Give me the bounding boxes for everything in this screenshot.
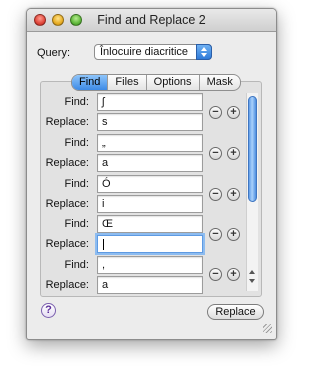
remove-pair-button[interactable]: − [209,268,222,281]
replace-label: Replace: [45,157,89,169]
help-button[interactable]: ? [41,303,56,318]
find-field[interactable]: ʃ [97,93,203,111]
tab-bar: Find Files Options Mask [71,74,241,91]
replace-field-focused[interactable] [97,235,203,253]
replace-value: i [102,198,105,210]
find-value: „ [102,137,106,149]
replace-value: a [102,157,109,169]
replace-label: Replace: [45,279,89,291]
text-caret [103,239,104,250]
replace-field[interactable]: a [97,276,203,294]
tab-mask[interactable]: Mask [198,75,240,90]
query-label: Query: [37,47,71,59]
replace-field[interactable]: a [97,154,203,172]
add-pair-button[interactable]: + [227,228,240,241]
scroll-up-arrow-icon[interactable] [249,270,255,274]
replace-field[interactable]: i [97,195,203,213]
find-value: ʃ [102,96,105,108]
find-value: , [102,259,106,271]
window-title: Find and Replace 2 [97,13,206,27]
scroll-down-arrow-icon[interactable] [249,279,255,283]
find-field[interactable]: „ [97,134,203,152]
add-pair-button[interactable]: + [227,268,240,281]
replace-label: Replace: [45,238,89,250]
title-bar[interactable]: Find and Replace 2 [27,9,276,32]
find-value: Ó [102,178,111,190]
replace-value: a [102,279,109,291]
resize-grip-icon[interactable] [263,324,272,333]
find-label: Find: [64,259,89,271]
query-popup[interactable]: Înlocuire diacritice [94,44,212,60]
remove-pair-button[interactable]: − [209,147,222,160]
tab-files[interactable]: Files [107,75,145,90]
remove-pair-button[interactable]: − [209,228,222,241]
add-pair-button[interactable]: + [227,106,240,119]
remove-pair-button[interactable]: − [209,188,222,201]
find-label: Find: [64,96,89,108]
replace-field[interactable]: s [97,113,203,131]
find-label: Find: [64,218,89,230]
find-field[interactable]: Ó [97,175,203,193]
replace-label: Replace: [45,198,89,210]
add-pair-button[interactable]: + [227,188,240,201]
popup-arrows-icon [196,44,212,60]
find-field[interactable]: , [97,256,203,274]
find-value: Œ [102,218,113,230]
remove-pair-button[interactable]: − [209,106,222,119]
find-label: Find: [64,178,89,190]
scrollbar-thumb[interactable] [248,96,257,202]
tab-options[interactable]: Options [145,75,199,90]
query-popup-value: Înlocuire diacritice [100,46,189,58]
replace-label: Replace: [45,116,89,128]
find-field[interactable]: Œ [97,215,203,233]
vertical-scrollbar[interactable] [246,93,258,291]
tab-find[interactable]: Find [72,75,108,90]
replace-button[interactable]: Replace [207,304,264,320]
add-pair-button[interactable]: + [227,147,240,160]
find-label: Find: [64,137,89,149]
replace-value: s [102,116,108,128]
